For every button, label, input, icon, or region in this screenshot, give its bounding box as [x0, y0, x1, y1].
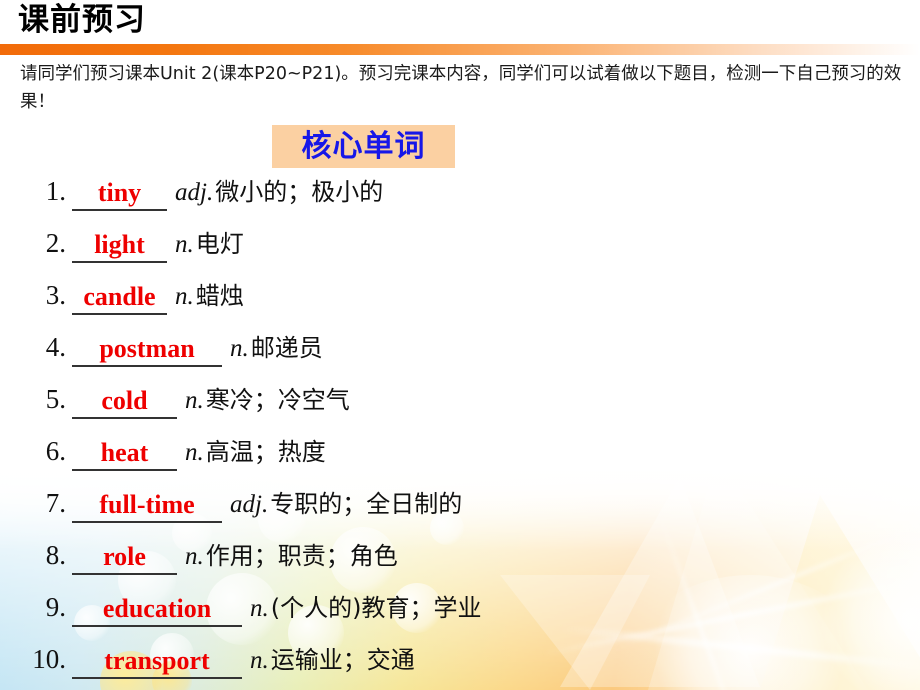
vocab-number: 10. — [32, 644, 66, 674]
vocab-row: 1. tiny adj. 微小的；极小的 — [0, 172, 920, 224]
vocab-definition: 邮递员 — [250, 334, 323, 362]
vocab-answer-word: candle — [83, 282, 156, 311]
vocab-row: 9. education n. (个人的)教育；学业 — [0, 588, 920, 640]
section-banner-label: 核心单词 — [301, 128, 426, 164]
vocab-part-of-speech: adj. — [230, 491, 269, 518]
vocab-definition: 电灯 — [195, 230, 244, 258]
vocab-number: 8. — [45, 540, 66, 570]
vocab-definition: 运输业；交通 — [270, 646, 415, 674]
vocab-row: 7. full-time adj. 专职的；全日制的 — [0, 484, 920, 536]
vocab-answer-blank[interactable]: postman — [72, 331, 222, 367]
vocab-part-of-speech: n. — [185, 387, 204, 414]
vocab-answer-blank[interactable]: heat — [72, 435, 177, 471]
vocab-part-of-speech: n. — [250, 595, 269, 622]
page-title: 课前预习 — [18, 2, 146, 38]
vocab-definition: 高温；热度 — [205, 438, 326, 466]
vocab-answer-word: tiny — [97, 178, 142, 207]
vocab-answer-blank[interactable]: full-time — [72, 487, 222, 523]
vocab-answer-blank[interactable]: tiny — [72, 175, 167, 211]
vocab-answer-word: role — [103, 542, 146, 571]
title-divider — [0, 44, 920, 55]
vocab-answer-word: full-time — [99, 490, 195, 519]
section-banner: 核心单词 — [272, 125, 455, 168]
vocab-number: 4. — [45, 332, 66, 362]
vocab-definition: (个人的)教育；学业 — [270, 594, 482, 622]
vocab-answer-word: transport — [104, 646, 210, 675]
vocab-definition: 寒冷；冷空气 — [205, 386, 350, 414]
vocab-definition: 专职的；全日制的 — [270, 490, 463, 518]
vocab-part-of-speech: n. — [185, 439, 204, 466]
vocab-row: 5. cold n. 寒冷；冷空气 — [0, 380, 920, 432]
vocab-row: 10. transport n. 运输业；交通 — [0, 640, 920, 690]
vocab-number: 6. — [45, 436, 66, 466]
vocab-answer-word: heat — [100, 438, 149, 467]
vocab-definition: 微小的；极小的 — [215, 178, 384, 206]
vocab-answer-word: postman — [99, 334, 195, 363]
vocab-part-of-speech: n. — [175, 231, 194, 258]
vocab-row: 8. role n. 作用；职责；角色 — [0, 536, 920, 588]
vocab-part-of-speech: n. — [185, 543, 204, 570]
vocab-answer-blank[interactable]: transport — [72, 643, 242, 679]
vocab-number: 9. — [45, 592, 66, 622]
vocab-answer-blank[interactable]: education — [72, 591, 242, 627]
vocab-definition: 作用；职责；角色 — [205, 542, 398, 570]
vocab-row: 3. candle n. 蜡烛 — [0, 276, 920, 328]
intro-paragraph: 请同学们预习课本Unit 2(课本P20~P21)。预习完课本内容，同学们可以试… — [20, 64, 902, 112]
vocab-number: 7. — [45, 488, 66, 518]
vocab-answer-blank[interactable]: light — [72, 227, 167, 263]
vocab-row: 2. light n. 电灯 — [0, 224, 920, 276]
vocab-answer-blank[interactable]: cold — [72, 383, 177, 419]
vocab-answer-word: light — [94, 230, 145, 259]
vocab-answer-blank[interactable]: role — [72, 539, 177, 575]
vocab-answer-blank[interactable]: candle — [72, 279, 167, 315]
vocab-part-of-speech: n. — [250, 647, 269, 674]
vocab-number: 3. — [45, 280, 66, 310]
vocabulary-list: 1. tiny adj. 微小的；极小的 2. light n. 电灯 3. candle n. 蜡烛… — [0, 172, 920, 690]
vocab-row: 4. postman n. 邮递员 — [0, 328, 920, 380]
vocab-part-of-speech: n. — [175, 283, 194, 310]
vocab-number: 1. — [45, 176, 66, 206]
vocab-part-of-speech: n. — [230, 335, 249, 362]
vocab-row: 6. heat n. 高温；热度 — [0, 432, 920, 484]
vocab-number: 5. — [45, 384, 66, 414]
vocab-answer-word: education — [102, 594, 212, 623]
slide-canvas: 课前预习 请同学们预习课本Unit 2(课本P20~P21)。预习完课本内容，同… — [0, 0, 920, 690]
vocab-definition: 蜡烛 — [195, 282, 244, 310]
vocab-answer-word: cold — [101, 386, 148, 415]
vocab-number: 2. — [45, 228, 66, 258]
vocab-part-of-speech: adj. — [175, 179, 214, 206]
